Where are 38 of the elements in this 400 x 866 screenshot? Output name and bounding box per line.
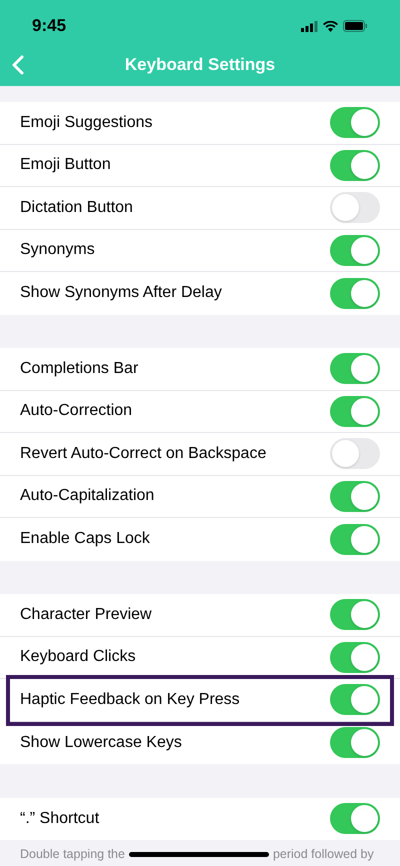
setting-label: Emoji Suggestions (20, 112, 153, 133)
back-icon[interactable] (12, 55, 24, 75)
toggle-switch[interactable] (330, 150, 380, 181)
toggle-switch[interactable] (330, 480, 380, 512)
setting-label: Haptic Feedback on Key Press (20, 690, 240, 710)
signal-icon (301, 20, 318, 32)
toggle-switch[interactable] (330, 642, 380, 673)
setting-label: Dictation Button (20, 198, 133, 218)
toggle-switch[interactable] (330, 396, 380, 427)
setting-label: Synonyms (20, 240, 95, 260)
setting-label: Character Preview (20, 604, 152, 625)
setting-label: Show Synonyms After Delay (20, 283, 222, 304)
footer-note: period followed by (272, 846, 374, 863)
toggle-switch[interactable] (330, 803, 380, 834)
setting-label: Auto-Correction (20, 401, 132, 422)
status-time: 9:45 (32, 15, 66, 38)
toggle-switch[interactable] (330, 727, 380, 758)
footer-note: Double tapping the (20, 846, 125, 863)
setting-label: Emoji Button (20, 155, 111, 176)
toggle-switch[interactable] (330, 234, 380, 266)
toggle-switch[interactable] (330, 107, 380, 138)
battery-icon (343, 20, 368, 32)
setting-label: Show Lowercase Keys (20, 732, 182, 753)
toggle-switch[interactable] (330, 684, 380, 716)
page-title: Keyboard Settings (124, 54, 276, 76)
toggle-switch[interactable] (330, 599, 380, 630)
setting-label: Keyboard Clicks (20, 647, 136, 668)
setting-label: “.” Shortcut (20, 808, 100, 829)
toggle-switch[interactable] (330, 192, 380, 224)
setting-label: Enable Caps Lock (20, 529, 150, 550)
wifi-icon (323, 20, 338, 32)
setting-label: Revert Auto-Correct on Backspace (20, 444, 266, 464)
toggle-switch[interactable] (330, 278, 380, 309)
toggle-switch[interactable] (330, 438, 380, 470)
setting-label: Auto-Capitalization (20, 486, 154, 506)
setting-label: Completions Bar (20, 358, 138, 379)
toggle-switch[interactable] (330, 353, 380, 384)
toggle-switch[interactable] (330, 524, 380, 555)
